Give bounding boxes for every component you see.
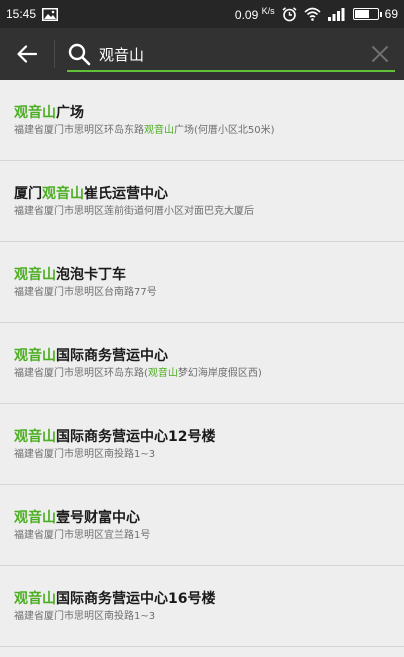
result-item[interactable]: 观音山国际商务营运中心12号楼福建省厦门市思明区南投路1~3	[0, 404, 404, 485]
result-title: 观音山国际商务营运中心12号楼	[14, 428, 404, 446]
battery-fill	[354, 10, 370, 18]
query-highlight: 观音山	[144, 125, 174, 136]
result-address: 福建省厦门市思明区台南路77号	[14, 286, 404, 300]
network-speed: 0.09 K/s	[234, 6, 275, 22]
result-title: 观音山国际商务营运中心16号楼	[14, 590, 404, 608]
result-item[interactable]: 观音山国际商务营运中心 福建省厦门市思明区环岛东路(观音山梦幻海岸度假区西)	[0, 323, 404, 404]
result-title: 观音山泡泡卡丁车	[14, 266, 404, 284]
result-title: 观音山壹号财富中心	[14, 509, 404, 527]
battery-level: 69	[384, 7, 398, 21]
text-segment: 崔氏运营中心	[84, 186, 168, 202]
text-segment: 福建省厦门市思明区宜兰路1号	[14, 530, 151, 541]
query-highlight: 观音山	[147, 368, 178, 379]
battery-indicator: 69	[352, 7, 398, 21]
query-highlight: 观音山	[14, 429, 56, 445]
result-address: 福建省厦门市思明区莲前街道何厝小区对面巴克大厦后	[14, 205, 404, 219]
result-address: 福建省厦门市思明区南投路1~3	[14, 610, 404, 624]
query-highlight: 观音山	[42, 186, 84, 202]
text-segment: 福建省厦门市思明区南投路1~3	[14, 449, 156, 460]
result-address: 福建省厦门市思明区宜兰路1号	[14, 529, 404, 543]
search-header	[0, 28, 404, 80]
text-segment: 福建省厦门市思明区台南路77号	[14, 287, 157, 298]
result-title: 厦门观音山崔氏运营中心	[14, 185, 404, 203]
cellular-signal-icon	[327, 7, 346, 21]
result-title: 观音山国际商务营运中心	[14, 347, 404, 365]
query-highlight: 观音山	[14, 348, 56, 364]
wifi-icon	[304, 7, 321, 21]
text-segment: 福建省厦门市思明区南投路1~3	[14, 611, 156, 622]
query-highlight: 观音山	[14, 267, 56, 283]
text-segment: 壹号财富中心	[56, 510, 140, 526]
back-button[interactable]	[0, 28, 54, 80]
query-highlight: 观音山	[14, 105, 56, 121]
text-segment: 福建省厦门市思明区莲前街道何厝小区对面巴克大厦后	[14, 206, 254, 217]
alarm-icon	[282, 6, 297, 22]
text-segment: 梦幻海岸度假区西)	[177, 368, 262, 379]
result-address: 福建省厦门市思明区南投路1~3	[14, 448, 404, 462]
network-speed-unit: K/s	[261, 6, 275, 16]
text-segment: 泡泡卡丁车	[56, 267, 126, 283]
result-item[interactable]: 观音山广场 福建省厦门市思明区环岛东路观音山广场(何厝小区北50米)	[0, 80, 404, 161]
text-segment: 国际商务营运中心12号楼	[56, 429, 216, 445]
query-highlight: 观音山	[14, 591, 56, 607]
image-notification-icon	[42, 7, 59, 21]
result-address: 福建省厦门市思明区环岛东路观音山广场(何厝小区北50米)	[14, 124, 404, 138]
text-segment: 国际商务营运中心16号楼	[56, 591, 216, 607]
search-underline	[67, 70, 395, 72]
text-segment: 福建省厦门市思明区环岛东路(	[14, 368, 148, 379]
search-icon	[68, 43, 91, 66]
back-arrow-icon	[17, 45, 37, 63]
status-time: 15:45	[6, 7, 37, 21]
result-item[interactable]: 观音山国际商务营运中心16号楼福建省厦门市思明区南投路1~3	[0, 566, 404, 647]
result-address: 福建省厦门市思明区环岛东路(观音山梦幻海岸度假区西)	[14, 367, 404, 381]
text-segment: 厦门	[14, 186, 42, 202]
result-title: 观音山广场	[14, 104, 404, 122]
close-icon	[372, 46, 388, 62]
result-item[interactable]: 观音山壹号财富中心福建省厦门市思明区宜兰路1号	[0, 485, 404, 566]
status-bar: 15:45 0.09 K/s 69	[0, 0, 404, 28]
search-input[interactable]	[97, 44, 341, 64]
text-segment: 广场(何厝小区北50米)	[174, 125, 275, 136]
result-item[interactable]: 厦门观音山崔氏运营中心福建省厦门市思明区莲前街道何厝小区对面巴克大厦后	[0, 161, 404, 242]
query-highlight: 观音山	[14, 510, 56, 526]
search-box[interactable]	[67, 34, 395, 74]
text-segment: 广场	[56, 105, 84, 121]
header-divider	[54, 40, 55, 68]
text-segment: 福建省厦门市思明区环岛东路	[14, 125, 144, 136]
text-segment: 国际商务营运中心	[56, 348, 168, 364]
clear-search-button[interactable]	[369, 43, 391, 65]
search-results-list: 观音山广场 福建省厦门市思明区环岛东路观音山广场(何厝小区北50米) 厦门观音山崔氏…	[0, 80, 404, 647]
result-item[interactable]: 观音山泡泡卡丁车福建省厦门市思明区台南路77号	[0, 242, 404, 323]
